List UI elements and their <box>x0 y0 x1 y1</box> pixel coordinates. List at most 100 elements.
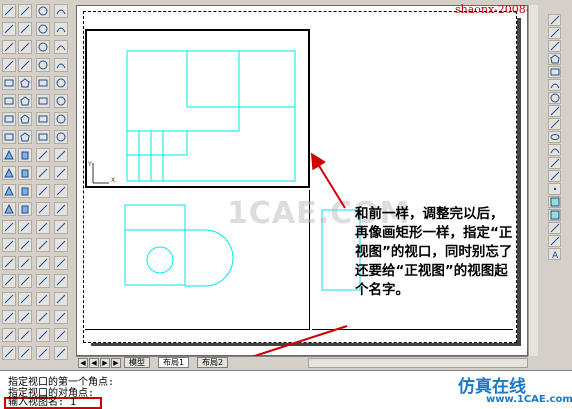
line-icon[interactable] <box>2 22 16 36</box>
section-icon[interactable] <box>2 292 16 306</box>
line-icon[interactable] <box>2 4 16 18</box>
hatch-icon[interactable] <box>548 196 561 208</box>
arc-icon[interactable] <box>54 40 68 54</box>
vertical-scrollbar[interactable] <box>528 5 538 356</box>
circle-icon[interactable] <box>36 40 50 54</box>
ellipse-icon[interactable] <box>548 131 561 143</box>
section-icon[interactable] <box>2 310 16 324</box>
construction-line-icon[interactable] <box>548 27 561 39</box>
rectangle-icon[interactable] <box>548 66 561 78</box>
table-icon[interactable] <box>548 235 561 247</box>
slice-icon[interactable] <box>54 256 68 270</box>
sphere-icon[interactable] <box>54 112 68 126</box>
section-icon[interactable] <box>2 346 16 360</box>
command-input[interactable]: 输入视图名: 1 <box>4 397 102 409</box>
view-icon[interactable] <box>18 292 32 306</box>
arc-icon[interactable] <box>54 22 68 36</box>
intersect-icon[interactable] <box>36 238 50 252</box>
intersect-icon[interactable] <box>36 274 50 288</box>
next-tab-icon[interactable]: ▶ <box>100 358 110 368</box>
first-tab-icon[interactable]: ◀ <box>78 358 88 368</box>
box-icon[interactable] <box>36 94 50 108</box>
horizontal-scrollbar[interactable] <box>308 358 528 368</box>
subtract-icon[interactable] <box>18 274 32 288</box>
box-icon[interactable] <box>36 130 50 144</box>
slice-icon[interactable] <box>54 274 68 288</box>
region-icon[interactable] <box>548 222 561 234</box>
sphere-icon[interactable] <box>54 94 68 108</box>
ellipse-arc-icon[interactable] <box>548 144 561 156</box>
rectangle-icon[interactable] <box>2 76 16 90</box>
polygon-icon[interactable] <box>18 94 32 108</box>
rectangle-icon[interactable] <box>2 130 16 144</box>
section-icon[interactable] <box>2 328 16 342</box>
shade-icon[interactable] <box>36 292 50 306</box>
slice-icon[interactable] <box>54 220 68 234</box>
cone-icon[interactable] <box>2 184 16 198</box>
polygon-icon[interactable] <box>548 53 561 65</box>
last-tab-icon[interactable]: ▶ <box>111 358 121 368</box>
line-icon[interactable] <box>2 58 16 72</box>
polyline-icon[interactable] <box>548 40 561 52</box>
extrude-icon[interactable] <box>36 202 50 216</box>
intersect-icon[interactable] <box>36 220 50 234</box>
union-icon[interactable] <box>2 274 16 288</box>
spline-icon[interactable] <box>548 118 561 130</box>
shade-icon[interactable] <box>36 328 50 342</box>
box-icon[interactable] <box>36 76 50 90</box>
polygon-icon[interactable] <box>18 130 32 144</box>
circle-icon[interactable] <box>36 22 50 36</box>
arc-icon[interactable] <box>54 4 68 18</box>
tab-layout1[interactable]: 布局1 <box>158 357 190 368</box>
union-icon[interactable] <box>2 238 16 252</box>
union-icon[interactable] <box>2 220 16 234</box>
render-icon[interactable] <box>54 346 68 360</box>
circle-icon[interactable] <box>36 4 50 18</box>
circle-icon[interactable] <box>36 58 50 72</box>
sphere-icon[interactable] <box>54 76 68 90</box>
arc-icon[interactable] <box>548 79 561 91</box>
polygon-icon[interactable] <box>18 112 32 126</box>
revolve-icon[interactable] <box>54 202 68 216</box>
cylinder-icon[interactable] <box>18 148 32 162</box>
render-icon[interactable] <box>54 292 68 306</box>
revolve-icon[interactable] <box>54 166 68 180</box>
cone-icon[interactable] <box>2 166 16 180</box>
subtract-icon[interactable] <box>18 256 32 270</box>
polygon-icon[interactable] <box>18 76 32 90</box>
multiline-text-icon[interactable]: A <box>548 248 561 260</box>
insert-block-icon[interactable] <box>548 157 561 169</box>
extrude-icon[interactable] <box>36 184 50 198</box>
render-icon[interactable] <box>54 310 68 324</box>
polyline-icon[interactable] <box>18 22 32 36</box>
point-icon[interactable] <box>548 183 561 195</box>
cone-icon[interactable] <box>2 148 16 162</box>
view-icon[interactable] <box>18 310 32 324</box>
subtract-icon[interactable] <box>18 220 32 234</box>
view-icon[interactable] <box>18 328 32 342</box>
line-icon[interactable] <box>2 40 16 54</box>
intersect-icon[interactable] <box>36 256 50 270</box>
cloud-icon[interactable] <box>548 105 561 117</box>
slice-icon[interactable] <box>54 238 68 252</box>
tab-model[interactable]: 模型 <box>124 357 150 368</box>
cylinder-icon[interactable] <box>18 184 32 198</box>
box-icon[interactable] <box>36 112 50 126</box>
polyline-icon[interactable] <box>18 4 32 18</box>
polyline-icon[interactable] <box>18 40 32 54</box>
extrude-icon[interactable] <box>36 148 50 162</box>
view-icon[interactable] <box>18 346 32 360</box>
shade-icon[interactable] <box>36 346 50 360</box>
rectangle-icon[interactable] <box>2 112 16 126</box>
extrude-icon[interactable] <box>36 166 50 180</box>
gradient-icon[interactable] <box>548 209 561 221</box>
drawing-canvas[interactable]: Y X 1CAE.COM <box>76 5 528 357</box>
circle-icon[interactable] <box>548 92 561 104</box>
cylinder-icon[interactable] <box>18 166 32 180</box>
arc-icon[interactable] <box>54 58 68 72</box>
polyline-icon[interactable] <box>18 58 32 72</box>
cylinder-icon[interactable] <box>18 202 32 216</box>
subtract-icon[interactable] <box>18 238 32 252</box>
rectangle-icon[interactable] <box>2 94 16 108</box>
revolve-icon[interactable] <box>54 148 68 162</box>
